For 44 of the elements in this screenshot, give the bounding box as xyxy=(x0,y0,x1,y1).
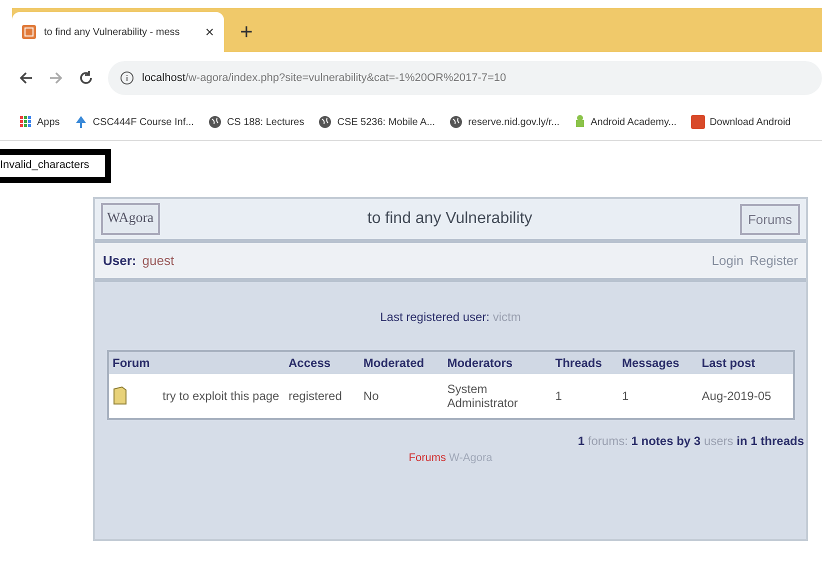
apps-grid-icon xyxy=(20,116,32,128)
bookmark[interactable]: Android Academy... xyxy=(574,115,677,129)
bookmark[interactable]: CSE 5236: Mobile A... xyxy=(318,115,436,129)
table-cell: registered xyxy=(284,374,360,419)
column-header: Forum xyxy=(108,351,284,374)
table-cell: 1 xyxy=(551,374,618,419)
user-label: User: xyxy=(103,253,136,268)
table-cell: Aug-2019-05 xyxy=(698,374,794,419)
reload-icon[interactable] xyxy=(78,70,94,86)
column-header: Moderators xyxy=(443,351,552,374)
bookmark[interactable]: reserve.nid.gov.ly/r... xyxy=(449,115,560,129)
column-header: Access xyxy=(284,351,360,374)
bookmark[interactable]: Apps xyxy=(20,116,60,128)
android-icon xyxy=(574,115,586,129)
error-message: Invalid_characters xyxy=(0,149,111,183)
bookmark[interactable]: CS 188: Lectures xyxy=(208,115,304,129)
globe-icon xyxy=(318,115,332,129)
info-icon xyxy=(120,71,134,85)
address-bar[interactable]: localhost/w-agora/index.php?site=vulnerability&cat=-1%20OR%2017-7=10 xyxy=(108,61,822,95)
tab-favicon-icon xyxy=(22,25,36,39)
app-tile-icon xyxy=(690,115,705,129)
column-header: Threads xyxy=(551,351,618,374)
footer-link[interactable]: Forums xyxy=(408,452,446,464)
bookmark[interactable]: CSC444F Course Inf... xyxy=(74,115,194,129)
back-icon[interactable] xyxy=(18,70,34,86)
table-cell: 1 xyxy=(618,374,698,419)
close-tab-button[interactable]: × xyxy=(205,24,214,40)
column-header: Messages xyxy=(618,351,698,374)
bookmark[interactable]: Download Android xyxy=(690,115,791,129)
new-tab-button[interactable]: + xyxy=(234,12,259,52)
globe-icon xyxy=(449,115,464,129)
last-registered-user: Last registered user: victm xyxy=(380,310,521,324)
forum-stats: 1 forums: 1 notes by 3 users in 1 threads xyxy=(578,434,804,448)
column-header: Moderated xyxy=(359,351,444,374)
table-cell: No xyxy=(359,374,444,419)
browser-tab[interactable]: to find any Vulnerability - mess × xyxy=(12,12,224,52)
table-cell: System Administrator xyxy=(443,374,552,419)
page-title: to find any Vulnerability xyxy=(366,210,534,228)
forums-button[interactable]: Forums xyxy=(740,204,800,234)
globe-icon xyxy=(208,115,222,129)
column-header: Last post xyxy=(698,351,794,374)
logo[interactable]: WAgora xyxy=(101,203,160,235)
folder-icon xyxy=(112,386,126,406)
user-name: guest xyxy=(142,253,174,268)
